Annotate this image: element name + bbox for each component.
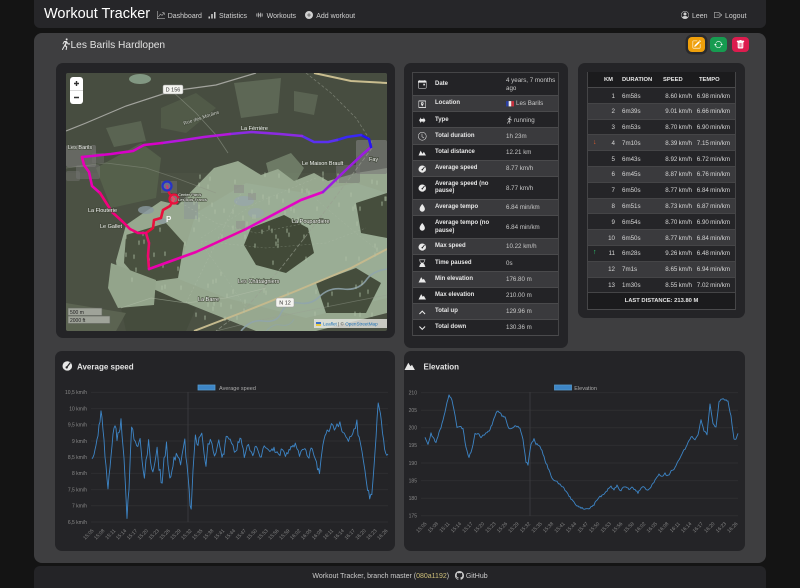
svg-text:La Poupardière: La Poupardière — [292, 219, 330, 225]
svg-text:Les Barils: Les Barils — [68, 145, 92, 151]
svg-text:Leaflet | © OpenStreetMap: Leaflet | © OpenStreetMap — [323, 321, 378, 327]
svg-text:La Barre: La Barre — [198, 297, 219, 303]
svg-text:P: P — [166, 215, 172, 224]
svg-text:Le Maison Brault: Le Maison Brault — [302, 161, 344, 167]
svg-text:Fay: Fay — [369, 157, 378, 163]
svg-text:La Férrière: La Férrière — [241, 126, 268, 132]
svg-text:500 m: 500 m — [70, 310, 84, 316]
svg-text:N 12: N 12 — [279, 301, 291, 307]
svg-text:Le Gallet: Le Gallet — [100, 224, 122, 230]
svg-text:D 156: D 156 — [166, 88, 181, 94]
svg-text:Les Bois-Francs: Les Bois-Francs — [178, 197, 207, 202]
svg-text:La Flouterie: La Flouterie — [88, 208, 117, 214]
svg-text:Les Châtaigniers: Les Châtaigniers — [238, 279, 280, 285]
svg-text:2000 ft: 2000 ft — [70, 318, 86, 324]
